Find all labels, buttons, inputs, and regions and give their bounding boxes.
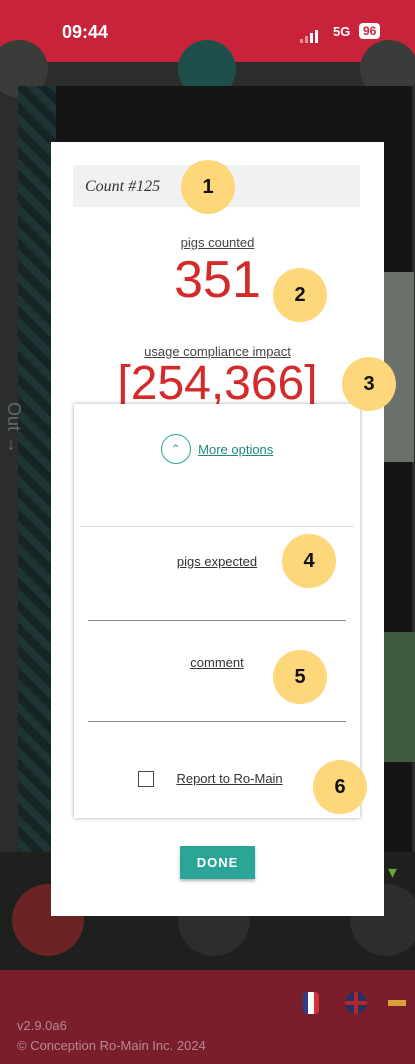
out-label: Out → [4, 402, 24, 455]
wifi-icon: ▾ [388, 862, 398, 882]
options-divider [80, 526, 354, 527]
annotation-badge-2: 2 [273, 268, 327, 322]
annotation-badge-3: 3 [342, 357, 396, 411]
status-time: 09:44 [62, 22, 109, 42]
annotation-badge-1: 1 [181, 160, 235, 214]
chevron-up-icon[interactable]: ⌃ [160, 434, 191, 464]
battery-level: 96 [359, 23, 381, 39]
more-options-link[interactable]: More options [198, 442, 273, 457]
report-label[interactable]: Report to Ro-Main [176, 771, 282, 786]
annotation-badge-4: 4 [282, 534, 336, 588]
report-checkbox[interactable] [138, 770, 154, 787]
spanish-flag-icon[interactable] [388, 1000, 406, 1006]
french-flag-icon[interactable] [303, 992, 319, 1014]
pigs-counted-value: 351 [174, 251, 261, 309]
report-option[interactable]: Report to Ro-Main [138, 770, 283, 788]
uk-flag-icon[interactable] [345, 992, 367, 1014]
pigs-counted-label: pigs counted [180, 235, 255, 250]
count-title: Count #125 [85, 178, 161, 195]
more-options-panel: ⌃ More options pigs expected comment Rep… [74, 404, 360, 818]
version-label: v2.9.0a6 [17, 1018, 67, 1033]
comment-input[interactable] [88, 721, 346, 722]
signal-icon [300, 25, 320, 43]
compliance-value: [254,366] [117, 357, 318, 410]
copyright-label: © Conception Ro-Main Inc. 2024 [17, 1038, 206, 1053]
annotation-badge-5: 5 [273, 650, 327, 704]
annotation-badge-6: 6 [313, 760, 367, 814]
more-options-toggle[interactable]: ⌃ More options [74, 434, 360, 464]
done-button[interactable]: DONE [180, 846, 255, 879]
pigs-expected-input[interactable] [88, 620, 346, 621]
footer: v2.9.0a6 © Conception Ro-Main Inc. 2024 [0, 970, 415, 1064]
network-type: 5G [333, 24, 351, 39]
